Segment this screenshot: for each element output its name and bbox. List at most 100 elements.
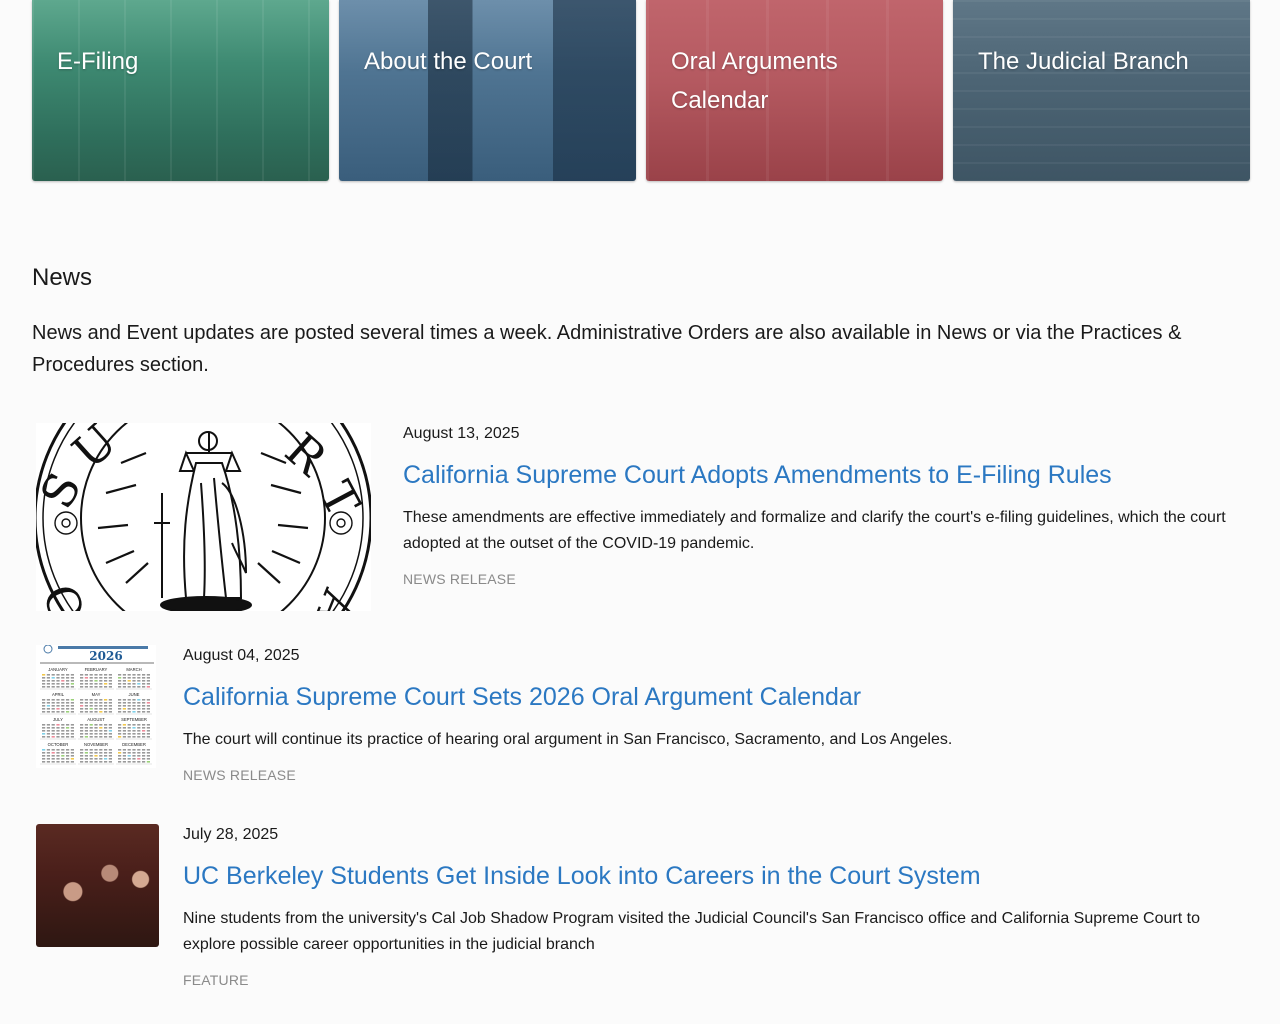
calendar-day-cell xyxy=(56,708,60,710)
calendar-day-cell xyxy=(142,730,146,732)
calendar-day-cell xyxy=(61,755,65,757)
calendar-day-cell xyxy=(84,755,88,757)
calendar-day-cell xyxy=(127,683,131,685)
calendar-day-cell xyxy=(42,680,46,682)
card-label: E-Filing xyxy=(57,48,139,75)
calendar-day-cell xyxy=(127,724,131,726)
calendar-day-cell xyxy=(84,730,88,732)
oral-argument-calendar-image[interactable]: 2026 JANUARY FEBRUARY MARCH APRIL MAY JUNE JUL… xyxy=(36,645,156,768)
calendar-day-cell xyxy=(127,736,131,738)
calendar-day-cell xyxy=(56,736,60,738)
calendar-day-cell xyxy=(80,727,84,729)
news-title-link[interactable]: UC Berkeley Students Get Inside Look int… xyxy=(183,860,1243,892)
calendar-day-cell xyxy=(127,708,131,710)
calendar-day-cell xyxy=(137,724,141,726)
calendar-day-cell xyxy=(132,702,136,704)
calendar-day-cell xyxy=(132,727,136,729)
calendar-day-cell xyxy=(80,686,84,688)
supreme-court-seal-image[interactable]: S U R T O A xyxy=(36,423,371,611)
calendar-day-cell xyxy=(46,752,50,754)
calendar-day-cell xyxy=(146,711,150,713)
calendar-day-cell xyxy=(132,761,136,763)
calendar-day-cell xyxy=(46,733,50,735)
calendar-day-cell xyxy=(70,749,74,751)
calendar-day-cell xyxy=(51,677,55,679)
card-label: The Judicial Branch xyxy=(978,48,1189,75)
students-photo[interactable] xyxy=(36,824,159,947)
calendar-day-cell xyxy=(127,711,131,713)
calendar-day-cell xyxy=(99,724,103,726)
calendar-day-cell xyxy=(94,758,98,760)
calendar-day-cell xyxy=(108,727,112,729)
calendar-day-cell xyxy=(66,755,70,757)
calendar-day-cell xyxy=(70,705,74,707)
calendar-day-cell xyxy=(137,730,141,732)
calendar-day-cell xyxy=(66,758,70,760)
calendar-day-cell xyxy=(66,730,70,732)
calendar-day-cell xyxy=(146,674,150,676)
calendar-day-cell xyxy=(99,733,103,735)
calendar-day-cell xyxy=(46,711,50,713)
calendar-day-cell xyxy=(142,749,146,751)
calendar-day-cell xyxy=(46,674,50,676)
calendar-day-cell xyxy=(84,699,88,701)
calendar-day-cell xyxy=(66,711,70,713)
calendar-day-cell xyxy=(42,727,46,729)
calendar-day-cell xyxy=(89,702,93,704)
calendar-day-cell xyxy=(66,702,70,704)
card-about-the-court[interactable]: About the Court xyxy=(339,0,636,181)
calendar-day-cell xyxy=(132,711,136,713)
calendar-day-cell xyxy=(118,708,122,710)
calendar-day-cell xyxy=(122,733,126,735)
calendar-day-cell xyxy=(137,761,141,763)
calendar-day-cell xyxy=(142,727,146,729)
calendar-day-cell xyxy=(122,758,126,760)
calendar-month-label: JUNE xyxy=(129,692,140,697)
calendar-day-cell xyxy=(94,686,98,688)
calendar-day-cell xyxy=(94,749,98,751)
calendar-day-cell xyxy=(142,683,146,685)
calendar-day-cell xyxy=(61,708,65,710)
calendar-day-cell xyxy=(46,755,50,757)
news-section: News News and Event updates are posted s… xyxy=(32,262,1248,381)
calendar-day-cell xyxy=(108,708,112,710)
calendar-day-cell xyxy=(66,705,70,707)
calendar-day-cell xyxy=(104,680,108,682)
svg-text:2026: 2026 xyxy=(89,649,122,663)
calendar-day-cell xyxy=(132,680,136,682)
calendar-day-cell xyxy=(118,736,122,738)
calendar-day-cell xyxy=(84,686,88,688)
calendar-day-cell xyxy=(122,680,126,682)
calendar-day-cell xyxy=(94,699,98,701)
calendar-month-label: JANUARY xyxy=(48,667,68,672)
calendar-month-label: APRIL xyxy=(52,692,65,697)
calendar-day-cell xyxy=(94,761,98,763)
calendar-day-cell xyxy=(66,686,70,688)
calendar-day-cell xyxy=(108,674,112,676)
calendar-day-cell xyxy=(127,699,131,701)
calendar-day-cell xyxy=(99,752,103,754)
news-title-link[interactable]: California Supreme Court Adopts Amendmen… xyxy=(403,459,1243,491)
calendar-day-cell xyxy=(108,702,112,704)
calendar-day-cell xyxy=(142,680,146,682)
card-oral-arguments-calendar[interactable]: Oral Arguments Calendar xyxy=(646,0,943,181)
calendar-day-cell xyxy=(104,758,108,760)
card-judicial-branch[interactable]: The Judicial Branch xyxy=(953,0,1250,181)
calendar-day-cell xyxy=(89,708,93,710)
calendar-day-cell xyxy=(42,733,46,735)
calendar-day-cell xyxy=(137,674,141,676)
card-e-filing[interactable]: E-Filing xyxy=(32,0,329,181)
calendar-day-cell xyxy=(132,730,136,732)
calendar-day-cell xyxy=(122,761,126,763)
calendar-day-cell xyxy=(42,711,46,713)
calendar-month-label: JULY xyxy=(53,717,63,722)
calendar-day-cell xyxy=(46,736,50,738)
calendar-day-cell xyxy=(142,758,146,760)
news-title-link[interactable]: California Supreme Court Sets 2026 Oral … xyxy=(183,681,1243,713)
calendar-day-cell xyxy=(146,677,150,679)
calendar-day-cell xyxy=(142,686,146,688)
calendar-day-cell xyxy=(61,702,65,704)
calendar-day-cell xyxy=(137,708,141,710)
calendar-day-cell xyxy=(137,680,141,682)
calendar-day-cell xyxy=(56,761,60,763)
